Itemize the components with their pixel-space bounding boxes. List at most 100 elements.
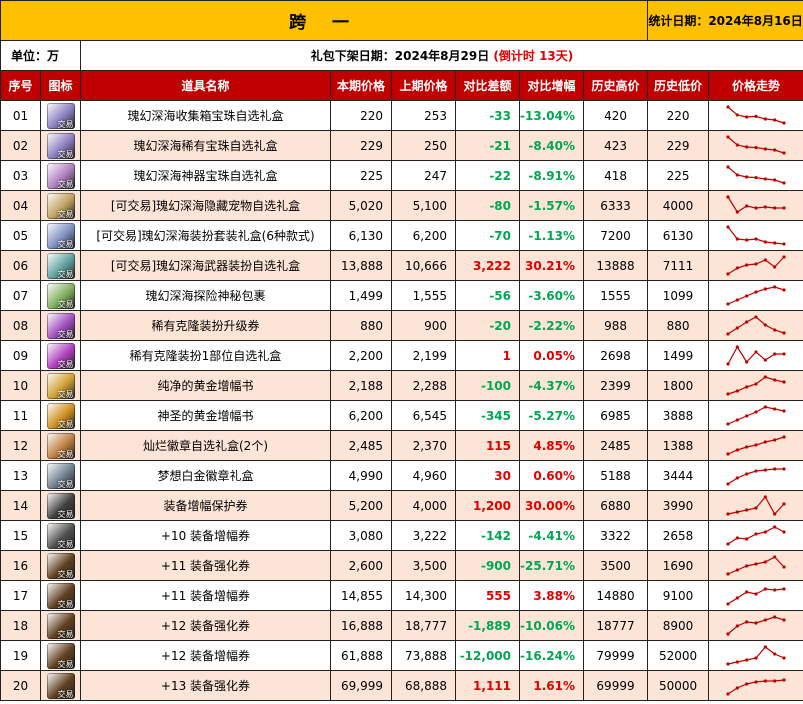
trend-point [754, 314, 758, 319]
trend-point [782, 241, 786, 246]
trend-point [782, 564, 786, 569]
trend-point [754, 409, 758, 414]
trend-point [754, 655, 758, 660]
row-number: 18 [0, 610, 41, 641]
column-header: 对比差额 [455, 70, 520, 101]
trend-sparkline [726, 586, 786, 606]
history-low: 8900 [647, 610, 710, 641]
price-diff: -56 [455, 280, 520, 311]
history-low: 1690 [647, 550, 710, 581]
countdown: (倒计时 13天) [493, 49, 574, 63]
trade-tag: 交易 [57, 659, 74, 669]
price-diff: -12,000 [455, 640, 520, 671]
trend-cell [708, 400, 803, 431]
table-row: 14 交易 装备增幅保护券 5,200 4,000 1,200 30.00% 6880 3990 [0, 490, 803, 521]
history-high: 6333 [582, 190, 649, 221]
unit-label: 单位：万 [0, 40, 81, 71]
icon-cell: 交易 [40, 340, 81, 371]
trend-cell [708, 430, 803, 461]
ticket-icon: 交易 [46, 312, 75, 339]
previous-price: 14,300 [391, 580, 456, 611]
trend-cell [708, 640, 803, 671]
price-diff: -345 [455, 400, 520, 431]
trend-point [726, 691, 730, 696]
trend-point [773, 117, 777, 122]
trend-point [754, 505, 758, 510]
trend-point [735, 475, 739, 480]
previous-price: 247 [391, 160, 456, 191]
trend-point [782, 379, 786, 384]
item-name: +12 装备强化券 [80, 610, 331, 641]
trend-line [727, 285, 785, 305]
item-name: 瑰幻深海探险神秘包裹 [80, 280, 331, 311]
previous-price: 250 [391, 130, 456, 161]
trend-point [726, 301, 730, 306]
trend-point [745, 319, 749, 324]
badge-icon: 交易 [46, 462, 75, 489]
trend-sparkline [726, 554, 786, 576]
item-name: 神圣的黄金增幅书 [80, 400, 331, 431]
price-change-pct: 4.85% [519, 430, 584, 461]
trend-sparkline [726, 614, 786, 636]
trend-point [782, 254, 786, 259]
history-high: 6880 [582, 490, 649, 521]
trend-point [745, 681, 749, 686]
trend-point [726, 631, 730, 636]
trend-point [745, 536, 749, 541]
trend-sparkline [726, 194, 786, 214]
price-diff: 1,111 [455, 670, 520, 701]
table-row: 03 交易 瑰幻深海神器宝珠自选礼盒 225 247 -22 -8.91% 418 225 [0, 160, 803, 191]
current-price: 69,999 [330, 670, 392, 701]
item-name: 稀有克隆装扮升级券 [80, 310, 331, 341]
table-row: 15 交易 +10 装备增幅券 3,080 3,222 -142 -4.41% 3322 265… [0, 520, 803, 551]
history-low: 9100 [647, 580, 710, 611]
price-diff: -21 [455, 130, 520, 161]
trend-point [773, 205, 777, 210]
price-change-pct: 0.60% [519, 460, 584, 491]
trend-point [773, 177, 777, 182]
previous-price: 2,288 [391, 370, 456, 401]
item-name: [可交易]瑰幻深海装扮套装礼盒(6种款式) [80, 220, 331, 251]
previous-price: 3,222 [391, 520, 456, 551]
trade-tag: 交易 [57, 599, 74, 609]
trend-point [745, 174, 749, 179]
history-low: 2658 [647, 520, 710, 551]
previous-price: 3,500 [391, 550, 456, 581]
trend-point [754, 261, 758, 266]
info-row: 单位：万 礼包下架日期：2024年8月29日 (倒计时 13天) [0, 40, 803, 71]
price-diff: -900 [455, 550, 520, 581]
scroll-icon: 交易 [46, 642, 75, 669]
trend-sparkline [726, 524, 786, 546]
trend-line [727, 315, 785, 335]
column-header: 历史低价 [647, 70, 710, 101]
price-diff: -100 [455, 370, 520, 401]
item-name: [可交易]瑰幻深海隐藏宠物自选礼盒 [80, 190, 331, 221]
table-row: 09 交易 稀有克隆装扮1部位自选礼盒 2,200 2,199 1 0.05% 2698 149… [0, 340, 803, 371]
trend-point [745, 237, 749, 242]
current-price: 5,200 [330, 490, 392, 521]
trend-sparkline [726, 344, 786, 366]
item-name: 灿烂徽章自选礼盒(2个) [80, 430, 331, 461]
trend-point [763, 286, 767, 291]
trend-point [782, 120, 786, 125]
table-row: 19 交易 +12 装备增幅券 61,888 73,888 -12,000 -16.24% 7… [0, 640, 803, 671]
price-change-pct: -1.57% [519, 190, 584, 221]
column-header: 对比增幅 [519, 70, 584, 101]
icon-cell: 交易 [40, 580, 81, 611]
trend-point [735, 325, 739, 330]
row-number: 03 [0, 160, 41, 191]
previous-price: 900 [391, 310, 456, 341]
trade-tag: 交易 [57, 689, 74, 699]
previous-price: 4,000 [391, 490, 456, 521]
trend-point [782, 466, 786, 471]
trend-point [773, 240, 777, 245]
icon-cell: 交易 [40, 460, 81, 491]
trend-cell [708, 130, 803, 161]
box-icon: 交易 [46, 132, 75, 159]
trend-point [773, 264, 777, 269]
trend-point [754, 561, 758, 566]
trend-cell [708, 310, 803, 341]
trend-point [763, 374, 767, 379]
trend-point [782, 586, 786, 591]
price-change-pct: -4.41% [519, 520, 584, 551]
